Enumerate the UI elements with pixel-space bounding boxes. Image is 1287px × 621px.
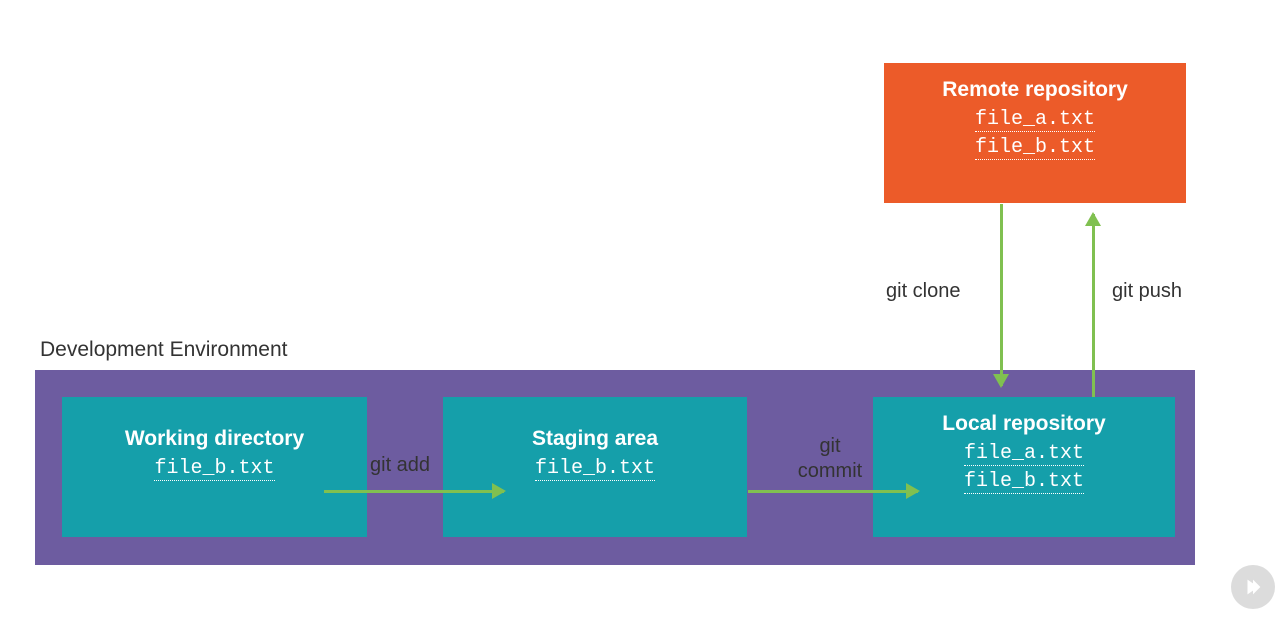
arrow-git-add bbox=[324, 490, 504, 493]
label-git-commit-l2: commit bbox=[790, 459, 870, 484]
remote-repository-box: Remote repository file_a.txt file_b.txt bbox=[884, 63, 1186, 203]
local-file-1: file_b.txt bbox=[964, 470, 1084, 494]
staging-area-box: Staging area file_b.txt bbox=[443, 397, 747, 537]
arrow-git-commit bbox=[748, 490, 918, 493]
label-git-commit-l1: git bbox=[790, 434, 870, 459]
label-git-add: git add bbox=[370, 454, 430, 477]
remote-file-0: file_a.txt bbox=[975, 108, 1095, 132]
label-git-commit: git commit bbox=[790, 434, 870, 484]
working-dir-title: Working directory bbox=[62, 427, 367, 451]
dev-env-label: Development Environment bbox=[40, 338, 287, 362]
local-repository-box: Local repository file_a.txt file_b.txt bbox=[873, 397, 1175, 537]
staging-area-title: Staging area bbox=[443, 427, 747, 451]
label-git-push: git push bbox=[1112, 280, 1182, 303]
remote-file-1: file_b.txt bbox=[975, 136, 1095, 160]
arrow-git-clone bbox=[1000, 204, 1003, 386]
staging-file-0: file_b.txt bbox=[535, 457, 655, 481]
working-directory-box: Working directory file_b.txt bbox=[62, 397, 367, 537]
remote-repo-title: Remote repository bbox=[884, 78, 1186, 102]
local-file-0: file_a.txt bbox=[964, 442, 1084, 466]
arrow-git-push bbox=[1092, 214, 1095, 397]
label-git-clone: git clone bbox=[886, 280, 961, 303]
working-file-0: file_b.txt bbox=[154, 457, 274, 481]
play-icon bbox=[1242, 576, 1264, 598]
local-repo-title: Local repository bbox=[873, 412, 1175, 436]
play-button[interactable] bbox=[1231, 565, 1275, 609]
